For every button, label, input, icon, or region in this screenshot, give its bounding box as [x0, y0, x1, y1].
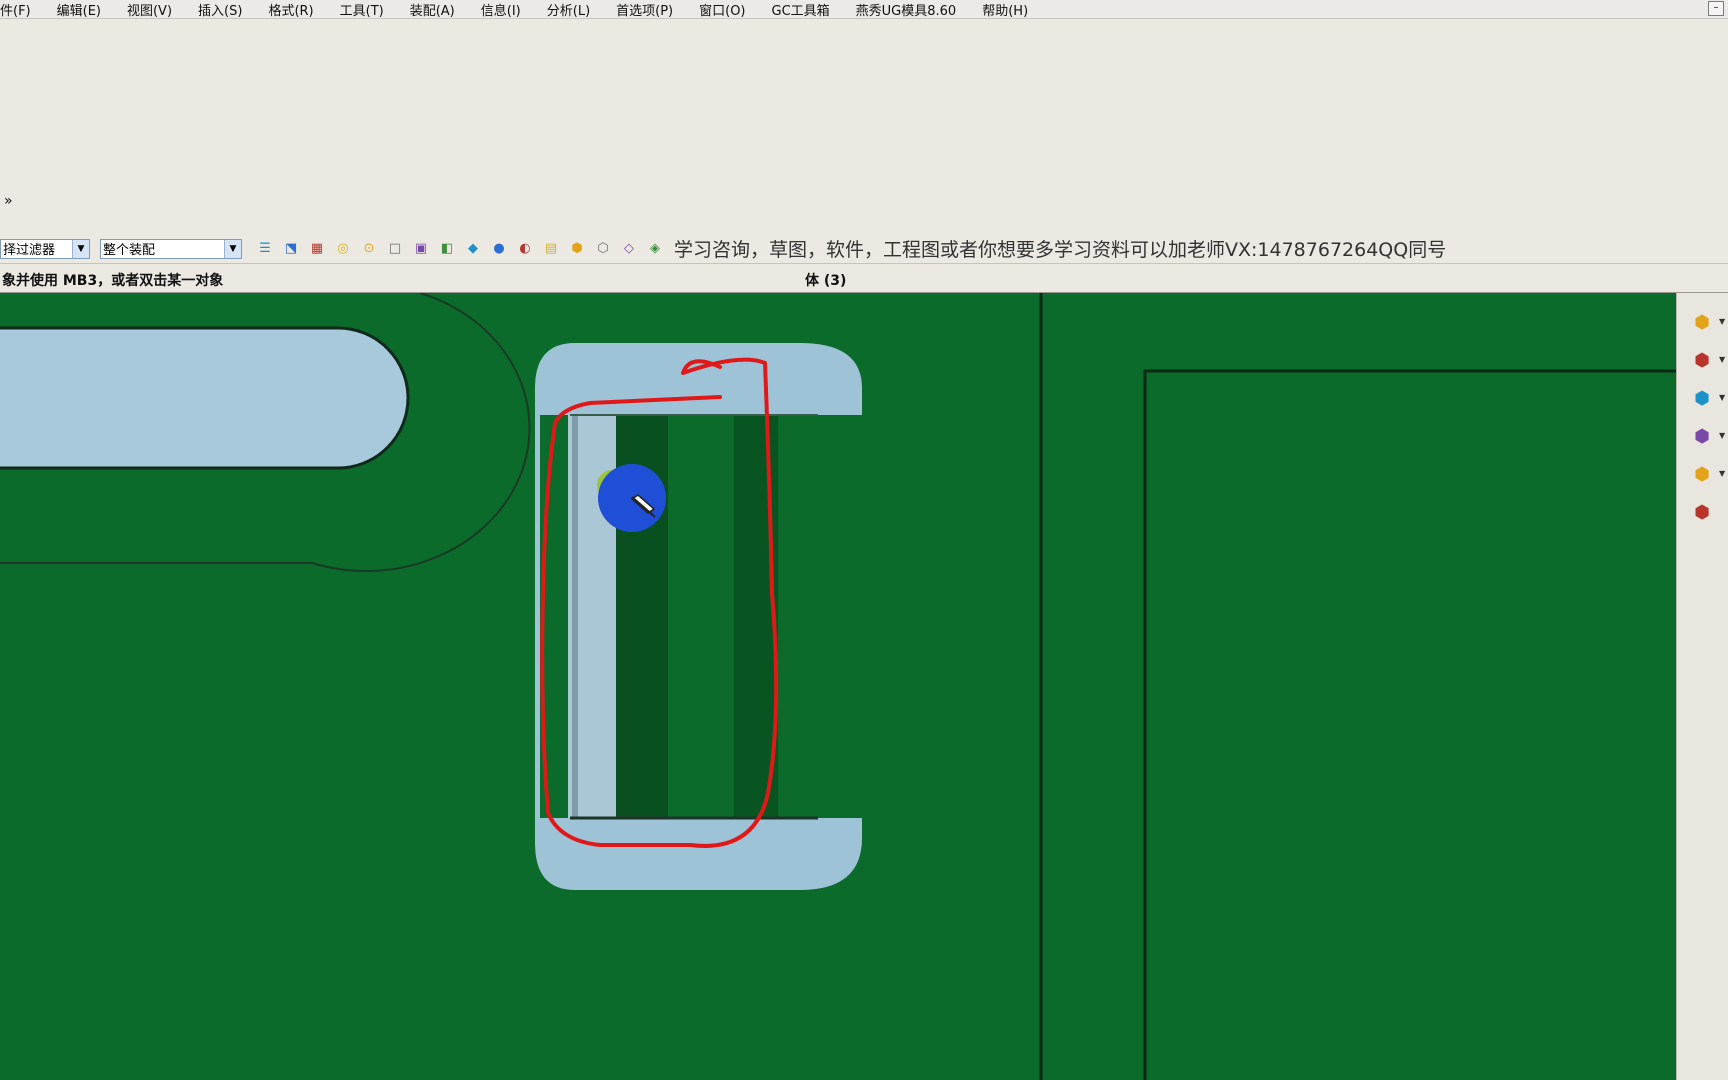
rect-select-icon[interactable]: □ — [384, 238, 406, 260]
slot-face-left[interactable] — [0, 328, 408, 468]
chevron-down-icon[interactable]: ▼ — [224, 239, 241, 258]
part-navigator-icon[interactable]: ⬢ — [1687, 345, 1717, 375]
status-line: 体 (3) — [805, 273, 847, 289]
filter-assembly-icon[interactable]: ☰ — [254, 238, 276, 260]
selection-bar: 择过滤器 ▼ 整个装配 ▼ ☰ ⬔ ▦ ◎ ⊙ □ ▣ ◧ ◆ ● ◐ ▤ ⬢ ⬡ ◇ ◈ 学习咨询，草图，软… — [0, 234, 1728, 264]
snap-cube-icon-glyph: ◈ — [650, 241, 660, 256]
history-icon[interactable]: ⬢ — [1687, 459, 1717, 489]
scope-value: 整个装配 — [103, 243, 156, 258]
snap-toolbar: ☰ ⬔ ▦ ◎ ⊙ □ ▣ ◧ ◆ ● ◐ ▤ ⬢ ⬡ ◇ ◈ — [252, 238, 668, 260]
filter-assembly-icon-glyph: ☰ — [259, 241, 271, 256]
toolbar-row-mold: » — [0, 181, 1728, 221]
web-browser-icon-glyph: ⬢ — [1694, 501, 1710, 523]
history-icon-glyph: ⬢ — [1694, 463, 1710, 485]
select-icon-glyph: ◎ — [337, 241, 349, 256]
web-browser-icon[interactable]: ⬢ — [1687, 497, 1717, 527]
component-icon-glyph: ▦ — [310, 241, 324, 256]
part-navigator-icon-glyph: ⬢ — [1694, 349, 1710, 371]
snap-point-icon-glyph: ▣ — [414, 241, 428, 256]
inner-face-mid[interactable] — [668, 415, 734, 818]
roles-icon[interactable]: ⬢ — [1687, 421, 1717, 451]
select-icon[interactable]: ◎ — [332, 238, 354, 260]
type-filter-value: 择过滤器 — [3, 243, 56, 258]
roles-icon-glyph: ⬢ — [1694, 425, 1710, 447]
nx-window: 件(F) 编辑(E) 视图(V) 插入(S) 格式(R) 工具(T) 装配(A) 信息(I) 分… — [0, 0, 1728, 1080]
undo-select-icon[interactable]: ⬔ — [280, 238, 302, 260]
snap-center-icon[interactable]: ● — [488, 238, 510, 260]
menu-item-1[interactable]: 编辑(E) — [43, 0, 113, 19]
toolbar-row-assembly — [0, 141, 1728, 181]
chevron-down-icon[interactable]: ▼ — [1719, 469, 1725, 478]
chevron-down-icon[interactable]: ▼ — [1719, 355, 1725, 364]
snap-mid-icon-glyph: ◆ — [468, 241, 478, 256]
assembly-navigator-icon[interactable]: ⬢ — [1687, 307, 1717, 337]
toolbar-row-standard — [0, 21, 1728, 61]
component-icon[interactable]: ▦ — [306, 238, 328, 260]
status-bar: 象并使用 MB3，或者双击某一对象 体 (3) — [0, 265, 1728, 293]
snap-mid-icon[interactable]: ◆ — [462, 238, 484, 260]
minimize-button[interactable]: – — [1708, 1, 1724, 16]
menu-item-10[interactable]: 窗口(O) — [685, 0, 757, 19]
menu-item-8[interactable]: 分析(L) — [533, 0, 602, 19]
snap-end-icon[interactable]: ◧ — [436, 238, 458, 260]
model-view[interactable] — [0, 293, 1676, 1080]
toolbar-row-features — [0, 61, 1728, 101]
menu-item-5[interactable]: 工具(T) — [326, 0, 396, 19]
menu-item-4[interactable]: 格式(R) — [254, 0, 325, 19]
toolbar-overflow-button[interactable]: » — [4, 193, 13, 209]
menu-item-13[interactable]: 帮助(H) — [968, 0, 1040, 19]
menu-bar: 件(F) 编辑(E) 视图(V) 插入(S) 格式(R) 工具(T) 装配(A) 信息(I) 分… — [0, 0, 1728, 19]
snap-quadrant-icon-glyph: ◐ — [519, 241, 531, 256]
chevron-down-icon[interactable]: ▼ — [72, 239, 89, 258]
resource-bar: ⬢ ▼ ⬢ ▼ ⬢ ▼ ⬢ ▼ ⬢ ▼ ⬢ — [1676, 293, 1728, 1080]
snap-point-icon[interactable]: ▣ — [410, 238, 432, 260]
snap-face-icon[interactable]: ◇ — [618, 238, 640, 260]
menu-item-9[interactable]: 首选项(P) — [602, 0, 685, 19]
menu-item-7[interactable]: 信息(I) — [467, 0, 533, 19]
cue-line: 象并使用 MB3，或者双击某一对象 — [2, 273, 224, 289]
snap-arc-icon-glyph: ⬢ — [571, 241, 583, 256]
chevron-down-icon[interactable]: ▼ — [1719, 431, 1725, 440]
snap-on-icon[interactable]: ⬡ — [592, 238, 614, 260]
snap-end-icon-glyph: ◧ — [440, 241, 454, 256]
lasso-icon-glyph: ⊙ — [363, 241, 375, 256]
snap-intersection-icon[interactable]: ▤ — [540, 238, 562, 260]
snap-face-icon-glyph: ◇ — [624, 241, 634, 256]
inner-wall-shadow — [572, 415, 578, 818]
inner-face-right[interactable] — [778, 415, 818, 818]
reuse-library-icon[interactable]: ⬢ — [1687, 383, 1717, 413]
snap-cube-icon[interactable]: ◈ — [644, 238, 666, 260]
menu-item-12[interactable]: 燕秀UG模具8.60 — [842, 0, 969, 19]
menu-item-0[interactable]: 件(F) — [0, 0, 43, 19]
type-filter-select[interactable]: 择过滤器 ▼ — [0, 238, 90, 259]
chevron-down-icon[interactable]: ▼ — [1719, 393, 1725, 402]
menu-item-2[interactable]: 视图(V) — [113, 0, 184, 19]
notice-text: 学习咨询，草图，软件，工程图或者你想要多学习资料可以加老师VX:14787672… — [674, 239, 1447, 261]
assembly-navigator-icon-glyph: ⬢ — [1694, 311, 1710, 333]
undo-select-icon-glyph: ⬔ — [284, 241, 298, 256]
reuse-library-icon-glyph: ⬢ — [1694, 387, 1710, 409]
body-edge-right — [1143, 369, 1676, 1080]
snap-arc-icon[interactable]: ⬢ — [566, 238, 588, 260]
chevron-down-icon[interactable]: ▼ — [1719, 317, 1725, 326]
snap-intersection-icon-glyph: ▤ — [544, 241, 558, 256]
lasso-icon[interactable]: ⊙ — [358, 238, 380, 260]
menu-item-3[interactable]: 插入(S) — [184, 0, 254, 19]
snap-center-icon-glyph: ● — [493, 241, 505, 256]
graphics-window[interactable] — [0, 293, 1676, 1080]
menu-item-11[interactable]: GC工具箱 — [758, 0, 842, 19]
menu-item-6[interactable]: 装配(A) — [396, 0, 467, 19]
snap-quadrant-icon[interactable]: ◐ — [514, 238, 536, 260]
snap-on-icon-glyph: ⬡ — [597, 241, 609, 256]
selection-scope-select[interactable]: 整个装配 ▼ — [100, 238, 242, 259]
toolbar-row-surfaces — [0, 101, 1728, 141]
rect-select-icon-glyph: □ — [388, 241, 402, 256]
